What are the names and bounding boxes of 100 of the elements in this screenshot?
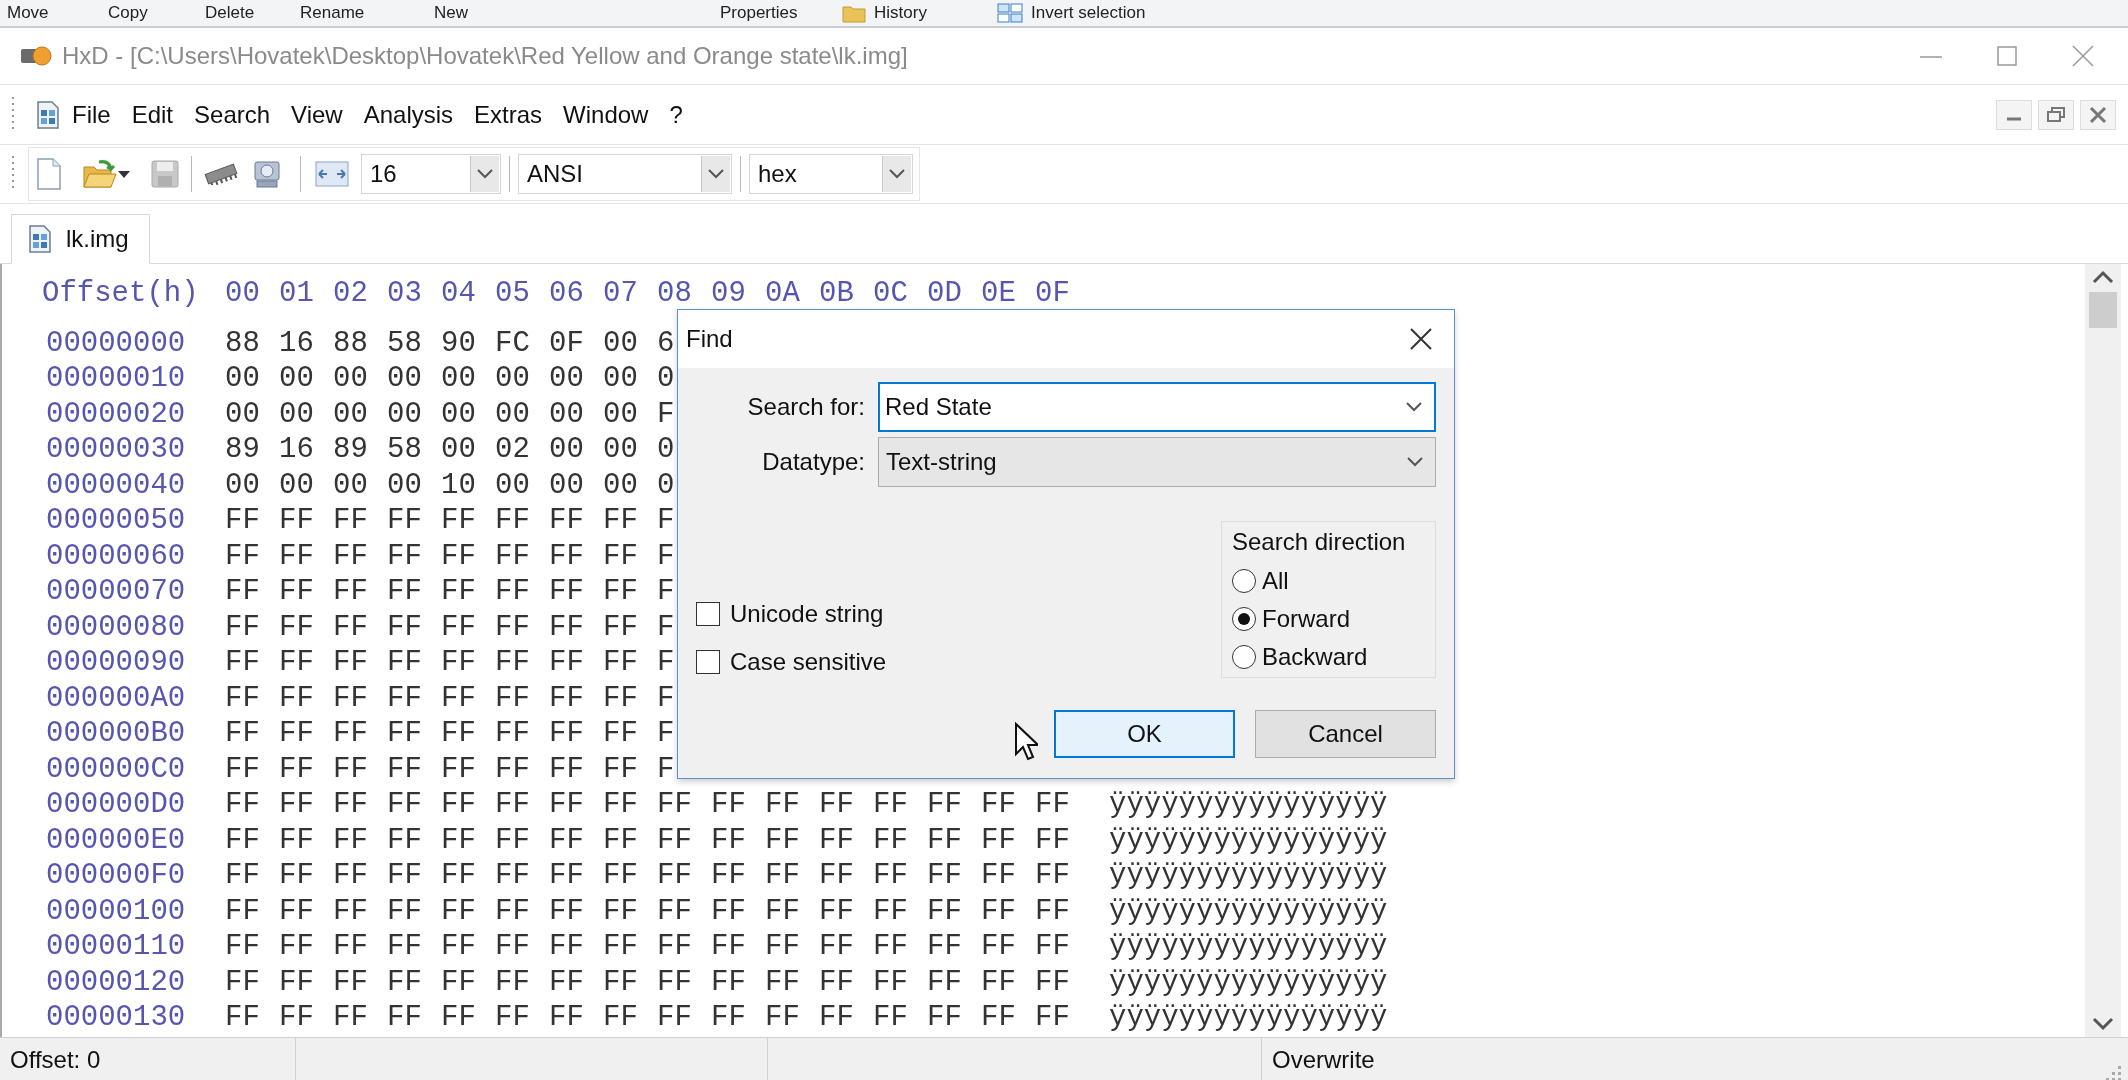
- ribbon-button[interactable]: Invert selection: [1031, 3, 1146, 23]
- byte-cell: 00: [225, 396, 260, 432]
- byte-cell: FF: [279, 609, 314, 645]
- close-icon[interactable]: [1408, 326, 1434, 352]
- byte-cell: FF: [225, 1000, 260, 1036]
- checkbox-label: Unicode string: [730, 600, 884, 628]
- byte-cell: FF: [1035, 787, 1070, 823]
- scroll-up-icon[interactable]: [2092, 270, 2114, 284]
- offset-header: Offset(h): [42, 276, 199, 312]
- column-header: 03: [387, 276, 422, 312]
- byte-cell: 89: [333, 432, 368, 468]
- byte-cell: 0: [657, 432, 675, 468]
- byte-cell: FF: [279, 716, 314, 752]
- disk-icon[interactable]: [252, 159, 282, 189]
- status-text: Overwrite: [1272, 1046, 1375, 1074]
- scroll-thumb[interactable]: [2089, 292, 2117, 328]
- menu-item[interactable]: View: [291, 96, 343, 133]
- byte-cell: FF: [441, 503, 476, 539]
- byte-cell: FF: [819, 964, 854, 1000]
- minimize-icon[interactable]: [1996, 99, 2032, 130]
- menu-item[interactable]: Analysis: [363, 96, 454, 133]
- byte-cell: FF: [603, 716, 638, 752]
- column-header: 0E: [981, 276, 1016, 312]
- byte-cell: FF: [441, 858, 476, 894]
- menu-item[interactable]: Window: [563, 96, 649, 133]
- byte-cell: FF: [549, 822, 584, 858]
- byte-cell: FF: [495, 893, 530, 929]
- menu-item[interactable]: Extras: [474, 96, 543, 133]
- byte-cell: FF: [711, 822, 746, 858]
- datatype-dropdown[interactable]: Text-string: [878, 437, 1436, 487]
- checkbox[interactable]: [696, 602, 720, 626]
- byte-cell: FF: [333, 822, 368, 858]
- radio-button[interactable]: [1232, 607, 1256, 631]
- ribbon-button[interactable]: Copy: [108, 3, 148, 23]
- byte-cell: F: [657, 503, 675, 539]
- checkbox[interactable]: [696, 650, 720, 674]
- byte-cell: FF: [333, 787, 368, 823]
- ribbon-button[interactable]: Move: [7, 3, 49, 23]
- offset-cell: 000000B0: [46, 716, 186, 752]
- document-icon: [28, 225, 52, 253]
- file-tab[interactable]: lk.img: [11, 214, 150, 264]
- byte-cell: FF: [981, 929, 1016, 965]
- byte-cell: FF: [495, 609, 530, 645]
- ok-button[interactable]: OK: [1054, 710, 1235, 758]
- menu-item[interactable]: ?: [669, 96, 683, 133]
- caret-icon[interactable]: [117, 169, 131, 179]
- scroll-down-icon[interactable]: [2092, 1017, 2114, 1031]
- restore-icon[interactable]: [2038, 99, 2074, 130]
- byte-cell: FF: [441, 822, 476, 858]
- byte-cell: FF: [441, 680, 476, 716]
- open-folder-icon[interactable]: [83, 159, 117, 189]
- text-cell: ÿÿÿÿÿÿÿÿÿÿÿÿÿÿÿÿ: [1109, 822, 1388, 858]
- byte-cell: 00: [279, 396, 314, 432]
- bytes-per-row-dropdown[interactable]: 16: [361, 154, 501, 194]
- byte-cell: FF: [333, 858, 368, 894]
- column-header: 09: [711, 276, 746, 312]
- menu-item[interactable]: Search: [194, 96, 271, 133]
- ribbon-button[interactable]: Delete: [205, 3, 255, 23]
- byte-cell: 89: [225, 432, 260, 468]
- cancel-button[interactable]: Cancel: [1255, 710, 1436, 758]
- radio-button[interactable]: [1232, 569, 1256, 593]
- byte-cell: FF: [225, 574, 260, 610]
- byte-cell: FF: [657, 964, 692, 1000]
- menu-item[interactable]: File: [72, 96, 111, 133]
- memory-chip-icon[interactable]: [204, 163, 238, 185]
- byte-cell: FF: [819, 822, 854, 858]
- selection-icon[interactable]: [997, 3, 1023, 23]
- byte-cell: FF: [495, 574, 530, 610]
- byte-cell: FF: [927, 929, 962, 965]
- byte-cell: FF: [441, 929, 476, 965]
- byte-cell: FF: [333, 609, 368, 645]
- byte-cell: FF: [387, 680, 422, 716]
- byte-cell: FF: [549, 716, 584, 752]
- text-cell: ÿÿÿÿÿÿÿÿÿÿÿÿÿÿÿÿ: [1109, 1000, 1388, 1036]
- byte-cell: 00: [495, 361, 530, 397]
- radio-label: All: [1262, 567, 1289, 595]
- offset-base-dropdown[interactable]: hex: [749, 154, 913, 194]
- byte-cell: FF: [387, 574, 422, 610]
- ribbon-button[interactable]: Properties: [720, 3, 798, 23]
- charset-dropdown[interactable]: ANSI: [518, 154, 732, 194]
- byte-cell: FF: [927, 822, 962, 858]
- byte-cell: FF: [279, 929, 314, 965]
- ribbon-button[interactable]: New: [434, 3, 468, 23]
- byte-cell: 00: [549, 396, 584, 432]
- menu-item[interactable]: Edit: [131, 96, 174, 133]
- byte-cell: FF: [333, 574, 368, 610]
- byte-cell: FF: [1035, 1000, 1070, 1036]
- byte-cell: FF: [495, 645, 530, 681]
- radio-button[interactable]: [1232, 645, 1256, 669]
- offset-cell: 00000120: [46, 964, 186, 1000]
- byte-cell: FF: [549, 751, 584, 787]
- column-header: 0D: [927, 276, 962, 312]
- byte-cell: F: [657, 538, 675, 574]
- byte-cell: FF: [927, 893, 962, 929]
- ribbon-button[interactable]: Rename: [300, 3, 365, 23]
- column-header: 00: [225, 276, 260, 312]
- ribbon-button[interactable]: History: [874, 3, 927, 23]
- search-field[interactable]: Red State: [878, 382, 1436, 432]
- byte-cell: FF: [387, 609, 422, 645]
- text-cell: ÿÿÿÿÿÿÿÿÿÿÿÿÿÿÿÿ: [1109, 858, 1388, 894]
